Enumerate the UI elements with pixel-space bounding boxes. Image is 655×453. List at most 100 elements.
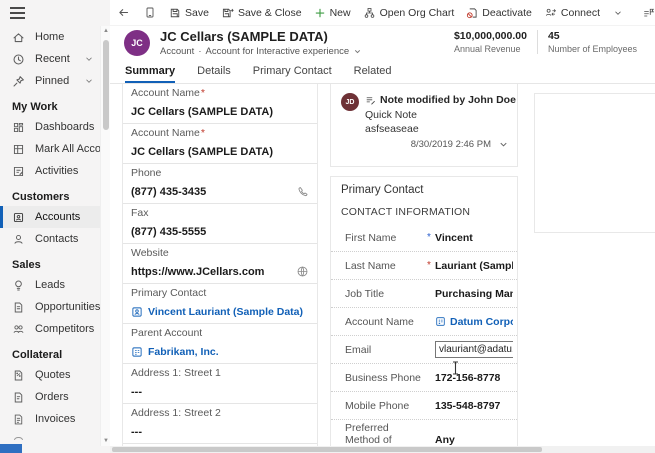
sidebar-section-collateral: Collateral [0, 340, 100, 364]
primary-contact-link[interactable]: Vincent Lauriant (Sample Data) [131, 306, 309, 318]
phone-icon[interactable] [296, 185, 309, 198]
sidebar-item-recent[interactable]: Recent [0, 48, 100, 70]
field-label: Address 1: Street 1 [131, 367, 221, 379]
tab-summary[interactable]: Summary [125, 65, 175, 83]
field-label: Primary Contact [131, 287, 206, 299]
form-name-label[interactable]: Account for Interactive experience [206, 46, 350, 57]
required-marker: * [423, 232, 435, 243]
sidebar-item-mark-all-accounts[interactable]: Mark All Accounts [0, 138, 100, 160]
parent-account-link[interactable]: Fabrikam, Inc. [131, 346, 309, 358]
employees-value: 45 [548, 30, 637, 42]
deactivate-button[interactable]: Deactivate [460, 0, 538, 26]
connect-button[interactable]: Connect [538, 0, 606, 26]
sidebar-item-invoices[interactable]: Invoices [0, 408, 100, 430]
required-marker: * [423, 260, 435, 271]
pin-icon [12, 75, 25, 88]
sidebar-scrollbar[interactable]: ▲ ▼ [100, 26, 110, 446]
form-content: Account Name* JC Cellars (SAMPLE DATA) A… [110, 84, 655, 453]
sidebar-section-customers: Customers [0, 182, 100, 206]
chevron-down-icon [613, 8, 623, 18]
section-label: Customers [12, 191, 69, 203]
account-avatar: JC [124, 30, 150, 56]
tab-related[interactable]: Related [354, 65, 392, 83]
button-label: Deactivate [482, 7, 532, 19]
tab-details[interactable]: Details [197, 65, 231, 83]
field-value[interactable]: (877) 435-3435 [131, 186, 309, 198]
chevron-down-icon[interactable] [84, 76, 94, 86]
field-value[interactable]: Purchasing Manage [435, 288, 513, 300]
clock-icon [12, 53, 25, 66]
sidebar-item-orders[interactable]: Orders [0, 386, 100, 408]
sidebar-item-leads[interactable]: Leads [0, 274, 100, 296]
opportunities-icon [12, 301, 25, 314]
horizontal-scrollbar-thumb[interactable] [112, 447, 542, 452]
field-row-phone: Phone (877) 435-3435 [123, 164, 317, 204]
sidebar-item-label: Accounts [35, 211, 80, 223]
sidebar-item-quotes[interactable]: Quotes [0, 364, 100, 386]
back-button[interactable] [110, 0, 137, 26]
required-marker: * [201, 87, 205, 99]
horizontal-scrollbar[interactable] [110, 446, 655, 453]
save-close-icon [221, 7, 234, 19]
field-label: Account Name [131, 127, 200, 139]
sidebar-item-home[interactable]: Home [0, 26, 100, 48]
field-value[interactable]: Vincent [435, 232, 513, 244]
sidebar-item-opportunities[interactable]: Opportunities [0, 296, 100, 318]
field-label: Website [131, 247, 169, 259]
field-value[interactable]: 172-156-8778 [435, 372, 513, 384]
save-and-close-button[interactable]: Save & Close [215, 0, 308, 26]
area-switcher-button[interactable] [0, 444, 22, 453]
field-value[interactable]: --- [131, 426, 309, 438]
field-value[interactable]: JC Cellars (SAMPLE DATA) [131, 106, 309, 118]
chevron-down-icon[interactable] [353, 47, 362, 56]
field-label: Account Name [131, 87, 200, 99]
sidebar-item-label: Leads [35, 279, 65, 291]
account-building-icon [435, 316, 446, 327]
note-expand-chevron-icon[interactable] [498, 139, 509, 150]
link-text: Datum Corporat [450, 316, 513, 328]
timeline-note-card[interactable]: JD Note modified by John Doe Quick Note … [330, 84, 518, 167]
sidebar-scrollbar-thumb[interactable] [103, 40, 109, 130]
field-value[interactable]: JC Cellars (SAMPLE DATA) [131, 146, 309, 158]
sidebar-item-dashboards[interactable]: Dashboards [0, 116, 100, 138]
primary-contact-card: Primary Contact CONTACT INFORMATION Firs… [330, 176, 518, 453]
orders-icon [12, 391, 25, 404]
sidebar-item-activities[interactable]: Activities [0, 160, 100, 182]
sidebar-item-label: Contacts [35, 233, 78, 245]
save-button[interactable]: Save [163, 0, 215, 26]
email-input[interactable] [435, 341, 513, 358]
field-label: Mobile Phone [345, 400, 423, 412]
sidebar-item-contacts[interactable]: Contacts [0, 228, 100, 250]
account-name-link[interactable]: Datum Corporat [435, 316, 513, 328]
hamburger-menu-icon[interactable] [10, 7, 25, 19]
sidebar-item-competitors[interactable]: Competitors [0, 318, 100, 340]
chevron-down-icon[interactable] [84, 54, 94, 64]
button-label: Open Org Chart [380, 7, 455, 19]
sidebar-item-accounts[interactable]: Accounts [0, 206, 100, 228]
form-selector-button[interactable] [137, 0, 163, 26]
dashboard-icon [12, 121, 25, 134]
tab-primary-contact[interactable]: Primary Contact [253, 65, 332, 83]
field-value[interactable]: 135-548-8797 [435, 400, 513, 412]
required-marker: * [201, 127, 205, 139]
button-label: Save & Close [238, 7, 302, 19]
field-value[interactable]: Lauriant (Sample Da [435, 260, 513, 272]
add-to-marketing-list-button[interactable]: Add to Marketing List [636, 0, 655, 26]
connect-dropdown-button[interactable] [606, 0, 630, 26]
invoices-icon [12, 413, 25, 426]
open-org-chart-button[interactable]: Open Org Chart [357, 0, 461, 26]
field-value[interactable]: https://www.JCellars.com [131, 266, 309, 278]
globe-icon[interactable] [296, 265, 309, 278]
employees-stat: 45 Number of Employees [538, 30, 647, 54]
field-value[interactable]: Any [435, 434, 513, 446]
annual-revenue-label: Annual Revenue [454, 44, 527, 54]
field-value[interactable]: (877) 435-5555 [131, 226, 309, 238]
sidebar-item-label: Home [35, 31, 64, 43]
field-value[interactable]: --- [131, 386, 309, 398]
new-button[interactable]: New [308, 0, 357, 26]
field-row-website: Website https://www.JCellars.com [123, 244, 317, 284]
card-title: Primary Contact [331, 177, 517, 196]
sidebar-item-pinned[interactable]: Pinned [0, 70, 100, 92]
field-row-account-name-2: Account Name* JC Cellars (SAMPLE DATA) [123, 124, 317, 164]
adjacent-section-card [534, 93, 655, 233]
